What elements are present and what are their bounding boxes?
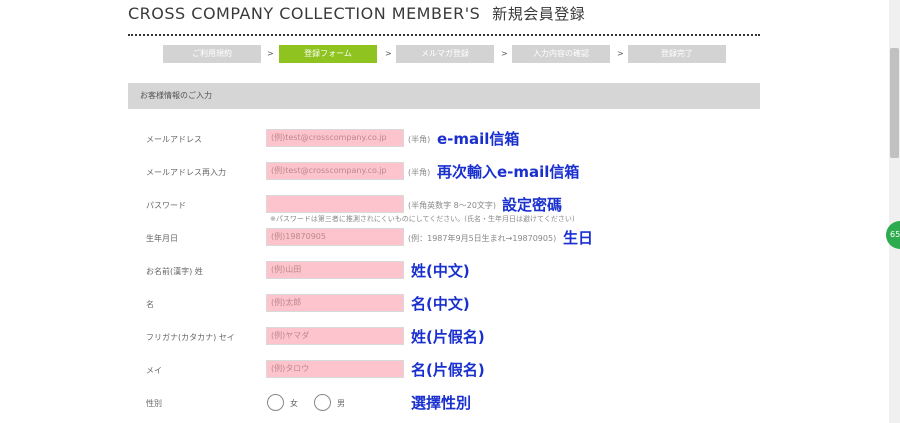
gender-male-radio[interactable]	[314, 394, 331, 411]
email-confirm-annotation: 再次輸入e-mail信箱	[437, 163, 580, 181]
last-name-field[interactable]: (例)山田	[266, 261, 404, 279]
step-separator: >	[267, 49, 274, 58]
password-label: パスワード	[146, 201, 186, 210]
birthday-field[interactable]: (例)19870905	[266, 228, 404, 246]
gender-annotation: 選擇性別	[411, 394, 472, 412]
birthday-annotation: 生日	[563, 229, 594, 247]
gender-female-label: 女	[290, 399, 298, 408]
email-confirm-hint: (半角)	[408, 168, 431, 177]
password-field[interactable]	[266, 195, 404, 213]
email-label: メールアドレス	[146, 135, 202, 144]
step-separator: >	[385, 49, 392, 58]
first-name-kana-field[interactable]: (例)タロウ	[266, 360, 404, 378]
section-header: お客様情報のご入力	[128, 83, 760, 109]
last-name-label: お名前(漢字) 姓	[146, 267, 203, 276]
gender-female-radio[interactable]	[267, 394, 284, 411]
password-annotation: 設定密碼	[502, 196, 563, 214]
last-name-kana-annotation: 姓(片假名)	[411, 328, 485, 346]
step-confirm: 入力内容の確認	[512, 45, 610, 63]
page-title: CROSS COMPANY COLLECTION MEMBER'S 新規会員登録	[128, 3, 585, 24]
password-note: ※パスワードは第三者に推測されにくいものにしてください。(氏名・生年月日は避けて…	[270, 215, 575, 223]
title-divider	[128, 34, 760, 36]
password-hint: (半角英数字 8～20文字)	[408, 201, 497, 210]
email-confirm-label: メールアドレス再入力	[146, 168, 226, 177]
section-title: お客様情報のご入力	[140, 91, 212, 100]
last-name-kana-label: フリガナ(カタカナ) セイ	[146, 333, 235, 342]
first-name-label: 名	[146, 300, 154, 309]
step-terms: ご利用規約	[163, 45, 261, 63]
page-title-jp: 新規会員登録	[492, 5, 586, 23]
birthday-label: 生年月日	[146, 234, 178, 243]
first-name-kana-label: メイ	[146, 366, 162, 375]
gender-label: 性別	[146, 399, 162, 408]
email-hint: (半角)	[408, 135, 431, 144]
step-registration-form: 登録フォーム	[279, 45, 377, 63]
last-name-kana-field[interactable]: (例)ヤマダ	[266, 327, 404, 345]
email-confirm-field[interactable]: (例)test@crosscompany.co.jp	[266, 162, 404, 180]
page-title-en: CROSS COMPANY COLLECTION MEMBER'S	[128, 4, 481, 23]
scrollbar-thumb[interactable]	[890, 48, 899, 158]
email-annotation: e-mail信箱	[437, 130, 520, 148]
step-separator: >	[501, 49, 508, 58]
first-name-kana-annotation: 名(片假名)	[411, 361, 485, 379]
email-field[interactable]: (例)test@crosscompany.co.jp	[266, 129, 404, 147]
birthday-hint: (例：1987年9月5日生まれ→19870905)	[408, 234, 557, 243]
step-complete: 登録完了	[628, 45, 726, 63]
first-name-annotation: 名(中文)	[411, 295, 470, 313]
step-separator: >	[617, 49, 624, 58]
first-name-field[interactable]: (例)太郎	[266, 294, 404, 312]
gender-male-label: 男	[337, 399, 345, 408]
last-name-annotation: 姓(中文)	[411, 262, 470, 280]
step-newsletter: メルマガ登録	[396, 45, 494, 63]
